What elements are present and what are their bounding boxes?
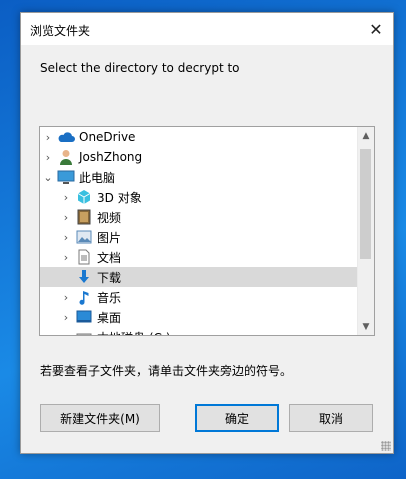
expand-chevron-icon[interactable]: › xyxy=(59,331,73,336)
tree-item-label: 桌面 xyxy=(97,310,122,325)
tree-item-label: 本地磁盘 (C:) xyxy=(97,329,171,336)
tree-item[interactable]: › 文档 xyxy=(40,247,357,267)
tree-item-label: 此电脑 xyxy=(79,170,116,185)
desktop-icon xyxy=(75,309,93,325)
tree-item[interactable]: › 3D 对象 xyxy=(40,187,357,207)
tree-vertical-scrollbar[interactable]: ▲ ▼ xyxy=(357,127,374,335)
expand-chevron-icon[interactable]: › xyxy=(41,151,55,164)
tree-item[interactable]: › 视频 xyxy=(40,207,357,227)
tree-item-label: 视频 xyxy=(97,210,122,225)
cancel-button[interactable]: 取消 xyxy=(289,404,373,432)
downloads-icon xyxy=(75,269,93,285)
title-bar: 浏览文件夹 ✕ xyxy=(21,13,393,45)
scroll-up-icon[interactable]: ▲ xyxy=(358,127,374,144)
3d-objects-icon xyxy=(75,189,93,205)
expand-chevron-icon[interactable]: › xyxy=(59,211,73,224)
collapse-chevron-icon[interactable]: ⌄ xyxy=(41,171,55,184)
tree-item[interactable]: › 图片 xyxy=(40,227,357,247)
tree-item[interactable]: ⌄ 此电脑 xyxy=(40,167,357,187)
expand-chevron-icon[interactable]: › xyxy=(59,251,73,264)
pictures-icon xyxy=(75,229,93,245)
resize-grip-icon[interactable] xyxy=(381,441,391,451)
tree-item[interactable]: › OneDrive xyxy=(40,127,357,147)
browse-folder-dialog: 浏览文件夹 ✕ Select the directory to decrypt … xyxy=(20,12,394,454)
expand-chevron-icon[interactable]: › xyxy=(59,291,73,304)
scroll-down-icon[interactable]: ▼ xyxy=(358,318,374,335)
tree-item-label: 文档 xyxy=(97,250,122,265)
tree-item[interactable]: › 音乐 xyxy=(40,287,357,307)
this-pc-icon xyxy=(57,169,75,185)
music-icon xyxy=(75,289,93,305)
tree-item-label: 下载 xyxy=(97,270,122,285)
expand-chevron-icon[interactable]: › xyxy=(41,131,55,144)
user-icon xyxy=(57,149,75,165)
folder-tree[interactable]: › OneDrive › JoshZhong ⌄ 此电脑 › 3D 对象 › 视频 › 图片 › 文档下载… xyxy=(39,126,375,336)
tree-item-label: 音乐 xyxy=(97,290,122,305)
close-icon[interactable]: ✕ xyxy=(359,13,393,45)
tree-item-label: 3D 对象 xyxy=(97,190,142,205)
expand-chevron-icon[interactable]: › xyxy=(59,231,73,244)
window-title: 浏览文件夹 xyxy=(30,24,91,38)
dialog-prompt: Select the directory to decrypt to xyxy=(40,61,240,75)
expand-chevron-icon[interactable]: › xyxy=(59,311,73,324)
tree-item[interactable]: › 本地磁盘 (C:) xyxy=(40,327,357,336)
tree-item[interactable]: › JoshZhong xyxy=(40,147,357,167)
tree-item-label: JoshZhong xyxy=(79,150,143,164)
onedrive-cloud-icon xyxy=(57,129,75,145)
scroll-thumb[interactable] xyxy=(360,149,371,259)
tree-item[interactable]: › 桌面 xyxy=(40,307,357,327)
tree-item[interactable]: 下载 xyxy=(40,267,357,287)
tree-hint-text: 若要查看子文件夹，请单击文件夹旁边的符号。 xyxy=(40,364,293,378)
local-disk-icon xyxy=(75,329,93,335)
tree-item-label: OneDrive xyxy=(79,130,136,144)
documents-icon xyxy=(75,249,93,265)
videos-icon xyxy=(75,209,93,225)
ok-button[interactable]: 确定 xyxy=(195,404,279,432)
new-folder-button[interactable]: 新建文件夹(M) xyxy=(40,404,160,432)
expand-chevron-icon[interactable]: › xyxy=(59,191,73,204)
tree-item-label: 图片 xyxy=(97,230,122,245)
